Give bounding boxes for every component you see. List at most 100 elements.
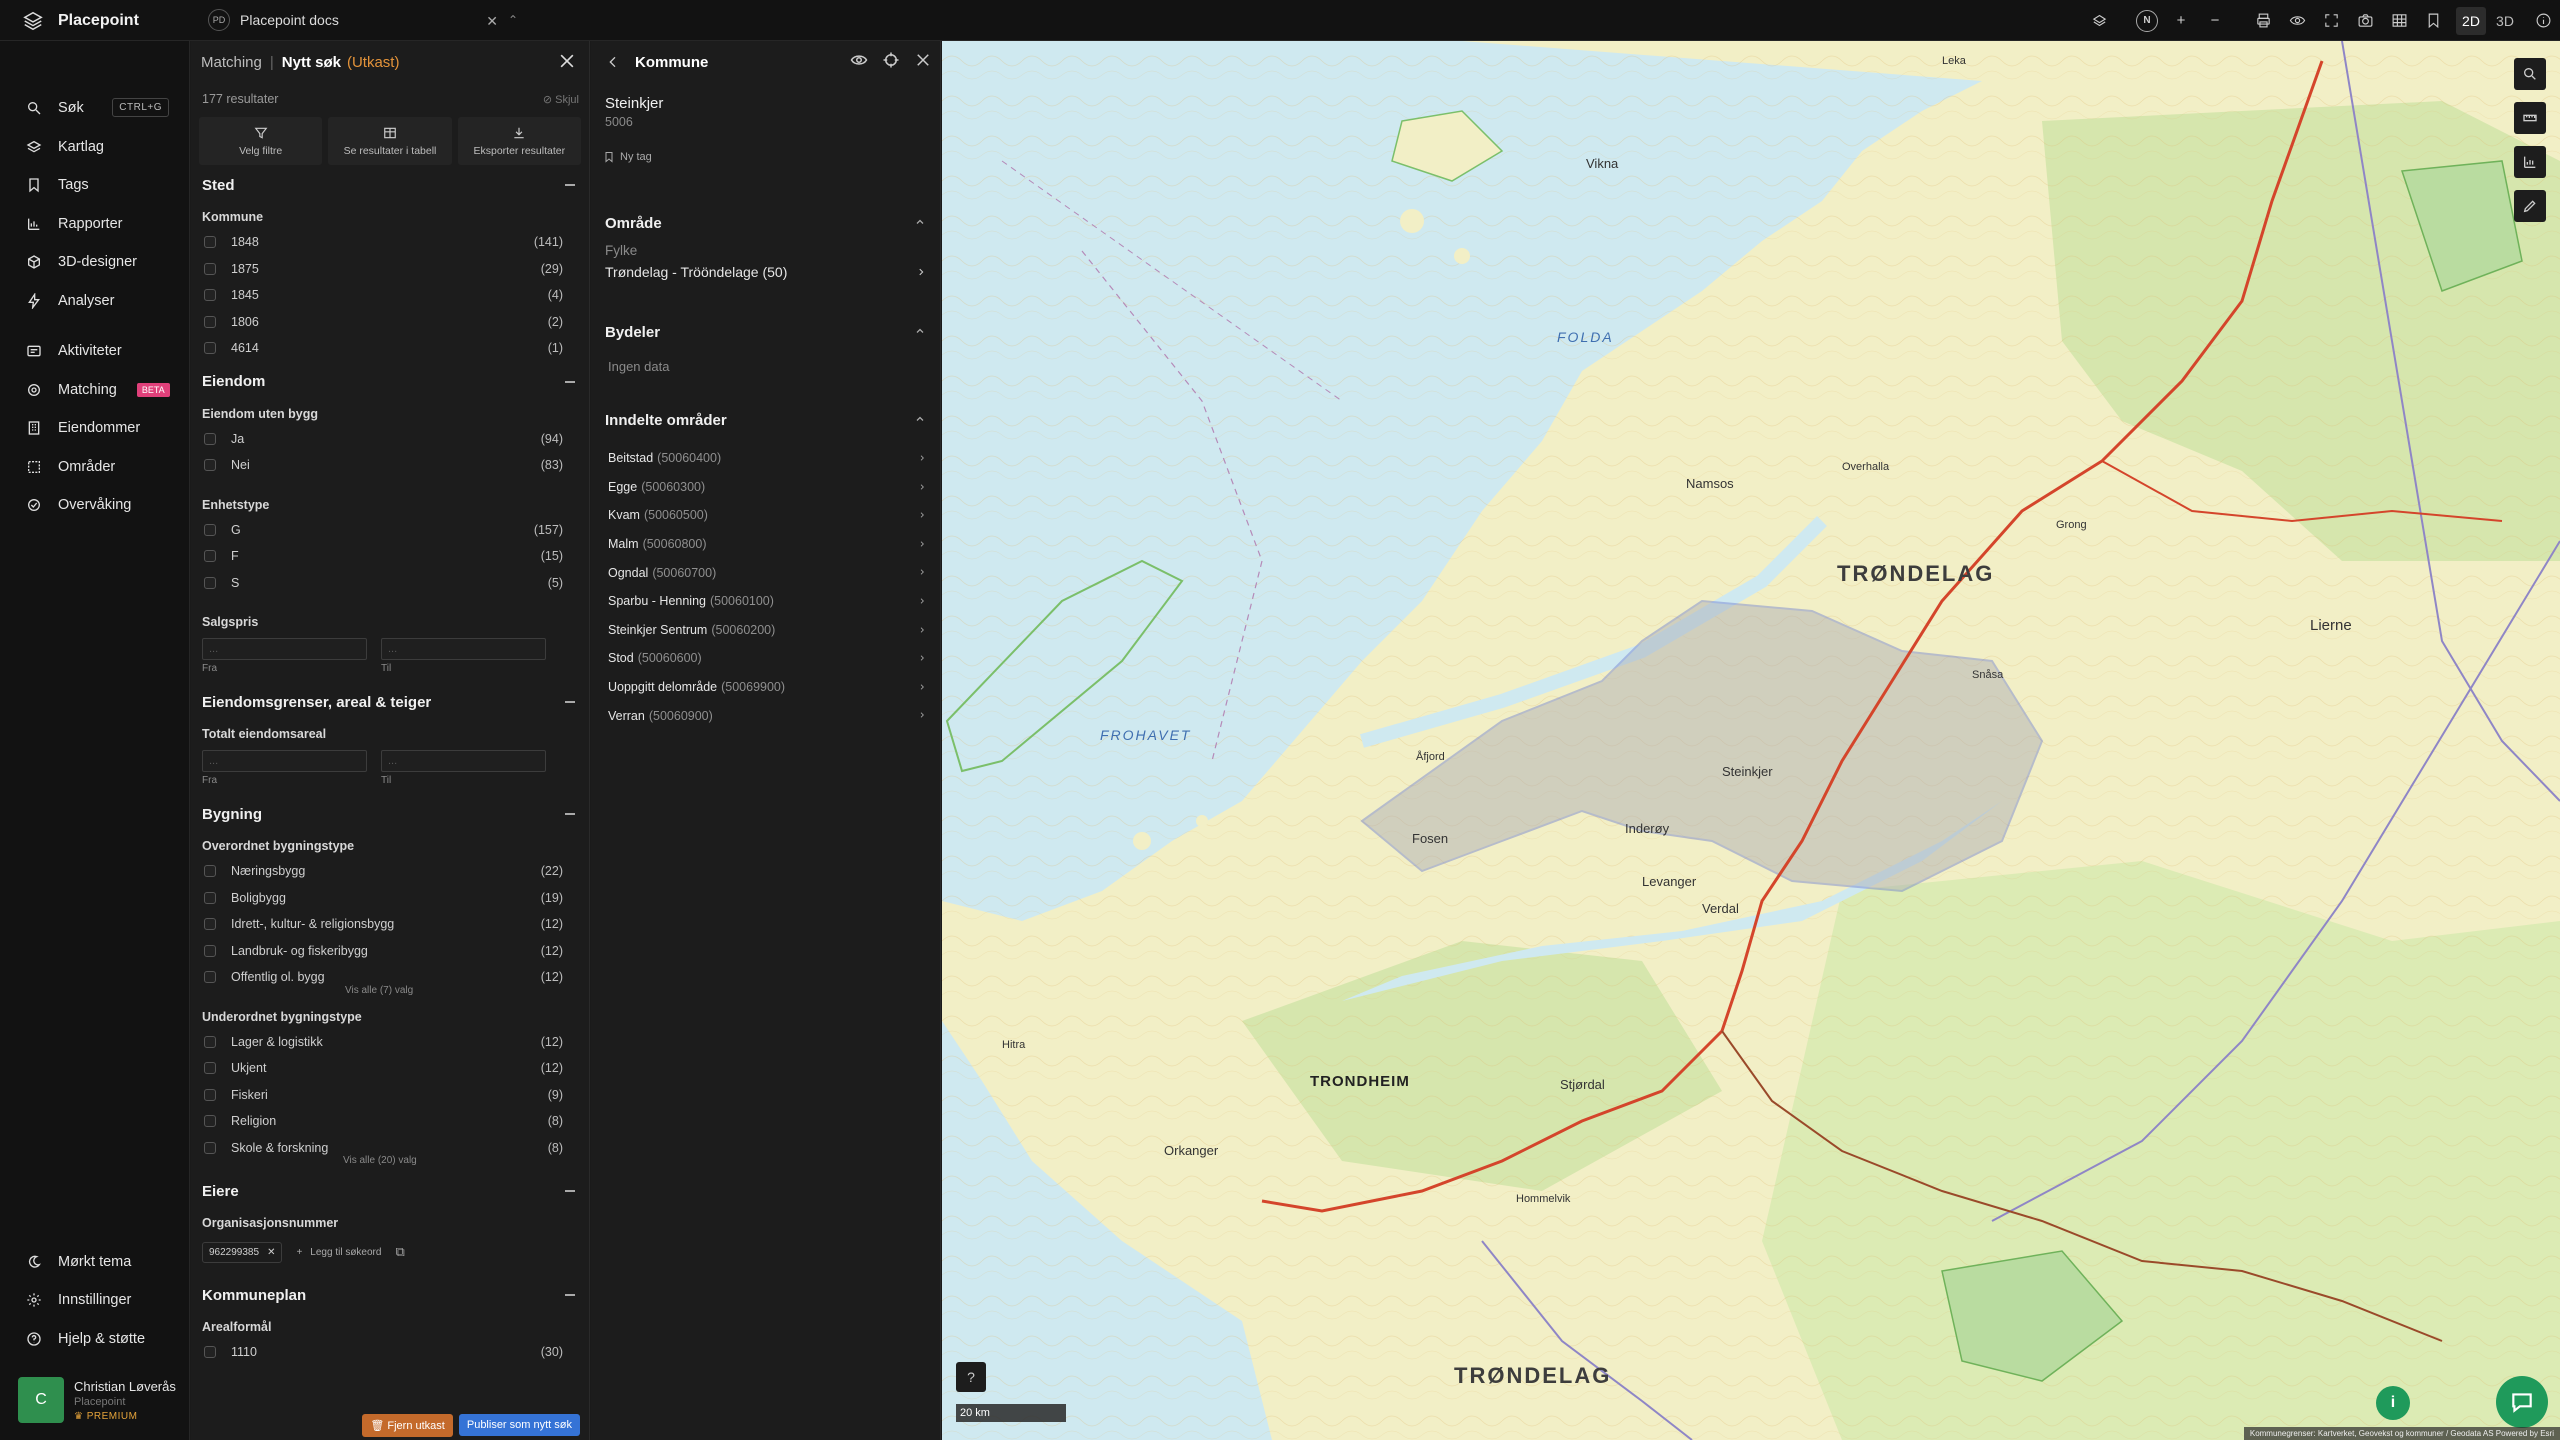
map-help-button[interactable]: ? bbox=[956, 1362, 986, 1392]
checkbox[interactable] bbox=[204, 1346, 216, 1359]
copy-icon[interactable]: ⧉ bbox=[395, 1244, 404, 1260]
fullscreen-icon[interactable] bbox=[2314, 0, 2348, 41]
collapse-icon[interactable] bbox=[565, 380, 575, 383]
filter-option[interactable]: 4614 (1) bbox=[191, 335, 589, 362]
nav-item-tags[interactable]: Tags bbox=[0, 166, 189, 205]
hide-button[interactable]: ⊘ Skjul bbox=[543, 93, 579, 106]
section-omrade[interactable]: Område bbox=[591, 203, 940, 243]
filter-option[interactable]: 1875 (29) bbox=[191, 256, 589, 283]
nav-item-kartlag[interactable]: Kartlag bbox=[0, 128, 189, 167]
zoom-out-icon[interactable]: − bbox=[2198, 0, 2232, 41]
nav-item-help[interactable]: Hjelp & støtte bbox=[0, 1320, 190, 1359]
list-item[interactable]: Uoppgitt delområde (50069900) bbox=[591, 673, 940, 702]
print-icon[interactable] bbox=[2246, 0, 2280, 41]
nav-item-3d-designer[interactable]: 3D-designer bbox=[0, 243, 189, 282]
filter-option[interactable]: 1806 (2) bbox=[191, 309, 589, 336]
collapse-icon[interactable] bbox=[565, 1294, 575, 1296]
filter-option[interactable]: Skole & forskning (8) bbox=[191, 1135, 589, 1162]
workspace-chevron-icon[interactable]: ⌃ bbox=[508, 13, 518, 27]
nav-item-overvaking[interactable]: Overvåking bbox=[0, 486, 189, 525]
locate-icon[interactable] bbox=[882, 51, 900, 69]
draw-tool[interactable] bbox=[2514, 190, 2546, 222]
list-item[interactable]: Steinkjer Sentrum (50060200) bbox=[591, 616, 940, 645]
checkbox[interactable] bbox=[204, 1035, 216, 1048]
nav-item-aktiviteter[interactable]: Aktiviteter bbox=[0, 332, 189, 371]
area-to-input[interactable]: ... bbox=[381, 750, 546, 772]
export-button[interactable]: Eksporter resultater bbox=[457, 117, 581, 165]
keyword-chip[interactable]: 962299385 ✕ bbox=[202, 1241, 283, 1263]
price-to-input[interactable]: ... bbox=[381, 638, 546, 660]
bookmark-icon[interactable] bbox=[2416, 0, 2450, 41]
list-item[interactable]: Egge (50060300) bbox=[591, 473, 940, 502]
close-icon[interactable] bbox=[557, 51, 577, 71]
checkbox[interactable] bbox=[204, 289, 216, 302]
collapse-icon[interactable] bbox=[565, 1190, 575, 1192]
filter-option[interactable]: Idrett-, kultur- & religionsbygg (12) bbox=[191, 911, 589, 938]
info-icon[interactable] bbox=[2526, 0, 2560, 41]
view-2d-button[interactable]: 2D bbox=[2456, 6, 2486, 35]
collapse-icon[interactable] bbox=[565, 813, 575, 815]
chevron-up-icon[interactable] bbox=[914, 413, 926, 425]
publish-button[interactable]: Publiser som nytt søk bbox=[458, 1414, 580, 1436]
collapse-icon[interactable] bbox=[565, 701, 575, 703]
nav-item-rapporter[interactable]: Rapporter bbox=[0, 205, 189, 244]
section-grenser[interactable]: Eiendomsgrenser, areal & teiger bbox=[191, 682, 589, 722]
section-bygning[interactable]: Bygning bbox=[191, 794, 589, 834]
section-eiendom[interactable]: Eiendom bbox=[191, 362, 589, 402]
checkbox[interactable] bbox=[204, 865, 216, 878]
choose-filters-button[interactable]: Velg filtre bbox=[199, 117, 323, 165]
filter-option[interactable]: Offentlig ol. bygg (12) bbox=[191, 964, 589, 991]
profile-tool[interactable] bbox=[2514, 146, 2546, 178]
checkbox[interactable] bbox=[204, 1088, 216, 1101]
list-item[interactable]: Malm (50060800) bbox=[591, 530, 940, 559]
checkbox[interactable] bbox=[204, 342, 216, 355]
filter-option[interactable]: Fiskeri (9) bbox=[191, 1082, 589, 1109]
checkbox[interactable] bbox=[204, 944, 216, 957]
checkbox[interactable] bbox=[204, 918, 216, 931]
checkbox[interactable] bbox=[204, 971, 216, 984]
table-view-button[interactable]: Se resultater i tabell bbox=[328, 117, 452, 165]
filter-option[interactable]: 1848 (141) bbox=[191, 229, 589, 256]
filter-option[interactable]: S (5) bbox=[191, 570, 589, 597]
fylke-row[interactable]: Trøndelag - Trööndelage (50) bbox=[591, 258, 940, 286]
checkbox[interactable] bbox=[204, 1141, 216, 1154]
breadcrumb[interactable]: Matching bbox=[201, 54, 262, 71]
eye-icon[interactable] bbox=[850, 51, 868, 69]
checkbox[interactable] bbox=[204, 262, 216, 275]
chevron-up-icon[interactable] bbox=[914, 216, 926, 228]
back-chevron-icon[interactable] bbox=[605, 54, 621, 70]
close-icon[interactable] bbox=[914, 51, 932, 69]
chat-button[interactable] bbox=[2496, 1376, 2548, 1428]
north-compass-icon[interactable]: N bbox=[2130, 0, 2164, 41]
nav-item-omrader[interactable]: Områder bbox=[0, 448, 189, 487]
list-item[interactable]: Sparbu - Henning (50060100) bbox=[591, 587, 940, 616]
checkbox[interactable] bbox=[204, 550, 216, 563]
add-keyword-button[interactable]: + Legg til søkeord bbox=[290, 1243, 387, 1262]
chevron-up-icon[interactable] bbox=[914, 325, 926, 337]
view-3d-button[interactable]: 3D bbox=[2490, 7, 2520, 35]
price-from-input[interactable]: ... bbox=[202, 638, 367, 660]
filter-option[interactable]: Ja (94) bbox=[191, 426, 589, 453]
nav-item-dark-theme[interactable]: Mørkt tema bbox=[0, 1243, 190, 1282]
map-info-button[interactable]: i bbox=[2376, 1386, 2410, 1420]
filter-option[interactable]: Religion (8) bbox=[191, 1108, 589, 1135]
nav-item-eiendommer[interactable]: Eiendommer bbox=[0, 409, 189, 448]
layers-stack-icon[interactable] bbox=[2082, 0, 2116, 41]
list-item[interactable]: Ogndal (50060700) bbox=[591, 558, 940, 587]
map-canvas[interactable]: TRØNDELAG TRØNDELAG FOLDA FROHAVET TROND… bbox=[942, 41, 2560, 1440]
checkbox[interactable] bbox=[204, 315, 216, 328]
list-item[interactable]: Kvam (50060500) bbox=[591, 501, 940, 530]
remove-draft-button[interactable]: 🗑 Fjern utkast bbox=[362, 1413, 453, 1437]
eye-icon[interactable] bbox=[2280, 0, 2314, 41]
user-profile[interactable]: C Christian Løverås Placepoint ♛ PREMIUM bbox=[18, 1376, 190, 1424]
zoom-in-icon[interactable]: + bbox=[2164, 0, 2198, 41]
filter-option[interactable]: Nei (83) bbox=[191, 452, 589, 479]
section-bydeler[interactable]: Bydeler bbox=[591, 312, 940, 352]
map-search-tool[interactable] bbox=[2514, 58, 2546, 90]
filter-option[interactable]: Boligbygg (19) bbox=[191, 885, 589, 912]
brand[interactable]: Placepoint bbox=[22, 0, 139, 41]
checkbox[interactable] bbox=[204, 576, 216, 589]
camera-icon[interactable] bbox=[2348, 0, 2382, 41]
workspace-selector[interactable]: PD Placepoint docs ✕ ⌃ bbox=[200, 4, 528, 36]
workspace-clear-icon[interactable]: ✕ bbox=[486, 13, 498, 30]
